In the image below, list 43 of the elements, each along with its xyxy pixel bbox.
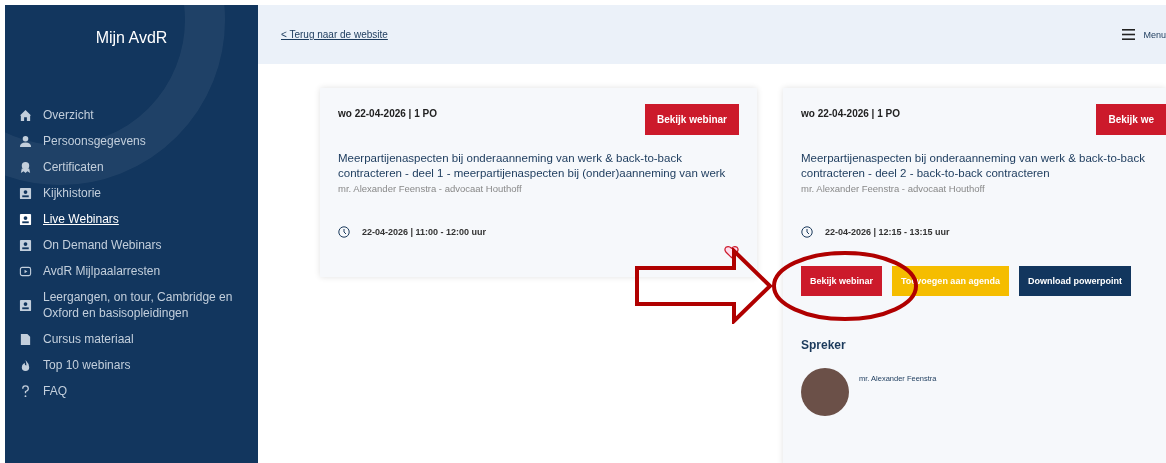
doc-icon [19, 332, 32, 346]
person-icon [19, 134, 32, 148]
award-icon [19, 160, 32, 174]
webinar-time: 22-04-2026 | 12:15 - 13:15 uur [825, 227, 950, 237]
menu-label[interactable]: Menu [1143, 29, 1166, 40]
sidebar-item[interactable]: Live Webinars [19, 211, 258, 227]
sidebar-title: Mijn AvdR [94, 29, 169, 47]
clock-icon [801, 226, 813, 238]
webinar-time: 22-04-2026 | 11:00 - 12:00 uur [362, 227, 487, 237]
heart-icon[interactable] [724, 245, 739, 259]
sidebar-item[interactable]: Kijkhistorie [19, 185, 258, 201]
flame-icon [19, 358, 32, 372]
badge-icon [19, 212, 32, 226]
sidebar-item[interactable]: Leergangen, on tour, Cambridge en Oxford en basisopleidingen [19, 289, 258, 321]
badge-icon [19, 186, 32, 200]
menu-icon[interactable] [1122, 29, 1136, 40]
back-link[interactable]: < Terug naar de website [281, 29, 388, 40]
webinar-title: Meerpartijenaspecten bij onderaanneming van werk & back-to-back contracteren - deel 1 - meerpartijenaspecten bij (onder)aanneming van werk [338, 151, 727, 181]
watch-webinar-button[interactable]: Bekijk webinar [644, 104, 739, 135]
sidebar-item[interactable]: Persoonsgegevens [19, 133, 258, 149]
avatar-placeholder [801, 368, 849, 416]
badge-icon [19, 238, 32, 252]
badge-icon [19, 298, 32, 312]
sidebar-item[interactable]: Overzicht [19, 107, 258, 123]
sidebar-item[interactable]: On Demand Webinars [19, 237, 258, 253]
sidebar-item[interactable]: AvdR Mijlpaalarresten [19, 263, 258, 279]
sidebar-item[interactable]: Top 10 webinars [19, 357, 258, 373]
action-button[interactable]: Bekijk webinar [801, 266, 883, 296]
home-icon [19, 108, 32, 122]
watch-webinar-button[interactable]: Bekijk we [1096, 104, 1166, 135]
action-button[interactable]: Download powerpoint [1018, 266, 1131, 296]
speaker-line: mr. Alexander Feenstra - advocaat Houthoff [338, 183, 523, 194]
webinar-date: wo 22-04-2026 | 1 PO [801, 108, 900, 119]
speaker-line: mr. Alexander Feenstra - advocaat Houthoff [801, 183, 986, 194]
clock-icon [338, 226, 350, 238]
play-icon [19, 264, 32, 278]
question-icon [19, 384, 32, 398]
webinar-title: Meerpartijenaspecten bij onderaanneming van werk & back-to-back contracteren - deel 2 - back-to-back contracteren [801, 151, 1146, 181]
sidebar-item[interactable]: Cursus materiaal [19, 331, 258, 347]
sidebar-item[interactable]: FAQ [19, 383, 258, 399]
sidebar-item[interactable]: Certificaten [19, 159, 258, 175]
speaker-heading: Spreker [801, 338, 847, 352]
webinar-date: wo 22-04-2026 | 1 PO [338, 108, 437, 119]
